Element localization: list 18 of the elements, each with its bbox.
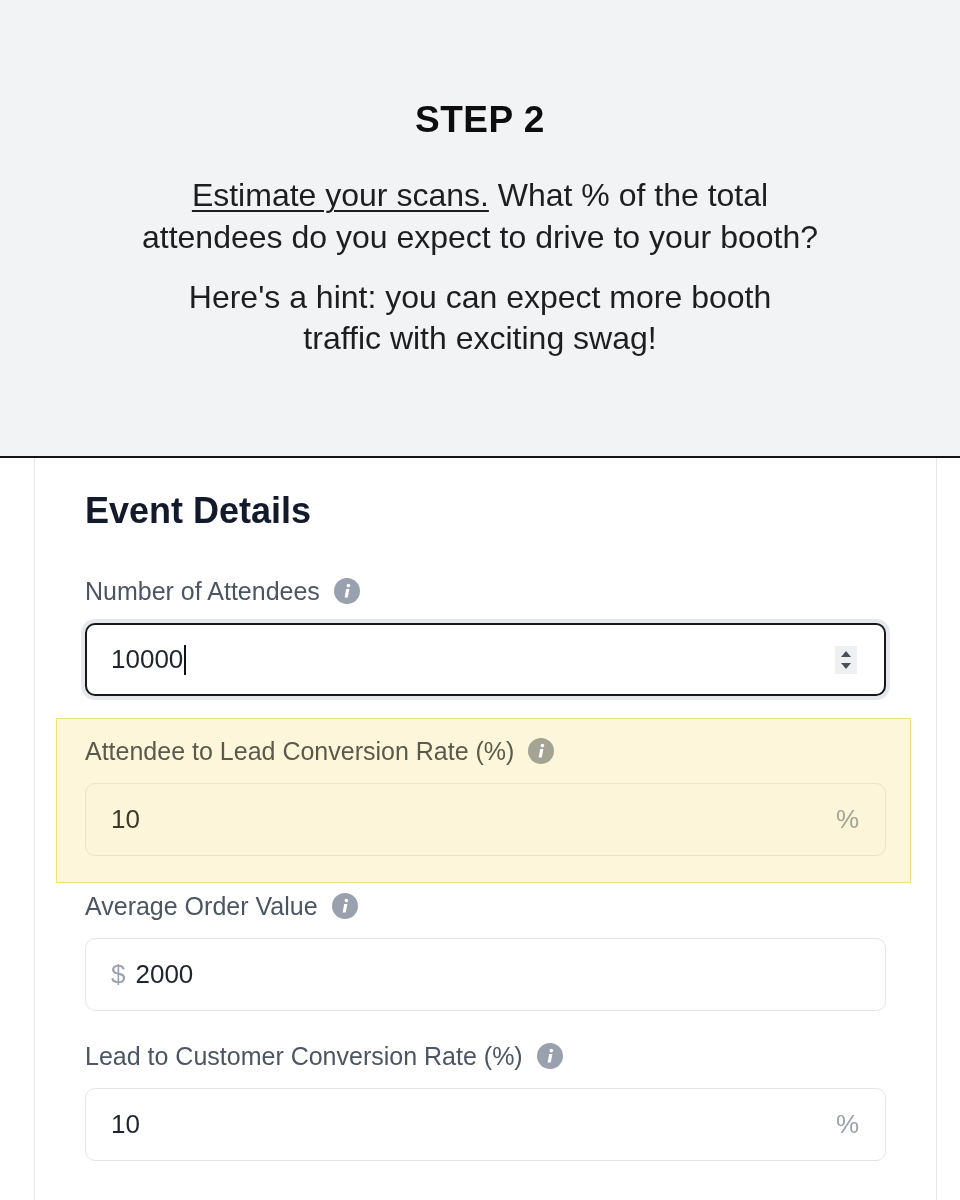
field-label: Attendee to Lead Conversion Rate (%) (85, 737, 515, 765)
field-label: Lead to Customer Conversion Rate (%) (85, 1042, 523, 1070)
input-field[interactable]: 10 % (85, 783, 886, 856)
input-field[interactable]: 10 % (85, 1088, 886, 1161)
field-label: Number of Attendees (85, 577, 320, 605)
intro-paragraph: Estimate your scans. What % of the total attendees do you expect to drive to your booth? (141, 176, 819, 257)
input-field[interactable]: $ 2000 (85, 938, 886, 1011)
number-stepper[interactable] (835, 645, 857, 674)
hint-text: Here's a hint: you can expect more booth traffic with exciting swag! (187, 278, 773, 358)
section-heading: Event Details (85, 491, 313, 531)
text-cursor-icon (184, 644, 187, 675)
info-icon[interactable] (528, 738, 555, 764)
field-label: Average Order Value (85, 892, 318, 920)
info-icon[interactable] (333, 578, 360, 604)
estimate-scans-link[interactable]: Estimate your scans. (191, 177, 489, 213)
info-icon[interactable] (331, 893, 358, 919)
info-icon[interactable] (536, 1043, 563, 1069)
step-title: STEP 2 (415, 98, 545, 142)
